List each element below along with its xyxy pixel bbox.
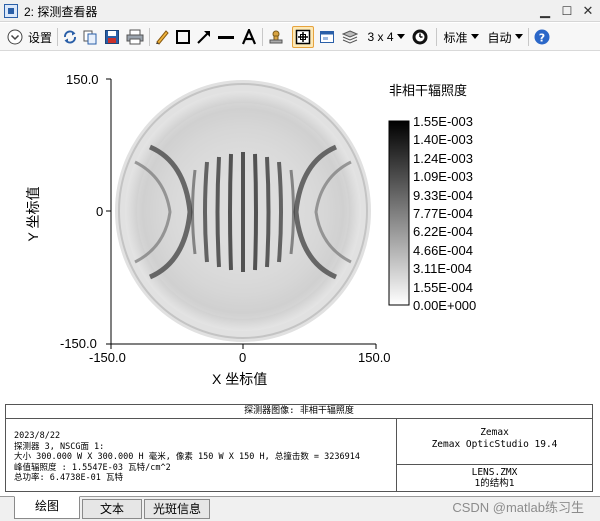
close-button[interactable]: ✕ <box>579 2 597 20</box>
legend-value: 4.66E-004 <box>413 242 473 258</box>
pencil-icon <box>156 30 169 45</box>
toolbar-separator <box>436 28 437 46</box>
y-axis-title: Y 坐标值 <box>25 186 41 242</box>
toolbar-separator <box>149 28 150 46</box>
legend-value: 0.00E+000 <box>413 298 477 313</box>
info-line-date: 2023/8/22 <box>14 431 61 441</box>
window-title: 2: 探测查看器 <box>24 5 98 19</box>
tab-graph[interactable]: 绘图 <box>14 496 80 519</box>
toolbar: 设置 3 x 4 标准 自动 ? <box>0 23 600 51</box>
auto-dropdown[interactable]: 自动 <box>485 26 525 48</box>
legend-title: 非相干辐照度 <box>389 83 468 98</box>
print-button[interactable] <box>125 26 145 48</box>
maximize-button[interactable]: ☐ <box>558 2 576 20</box>
stamp-tool-button[interactable] <box>267 26 285 48</box>
legend-value: 1.24E-003 <box>413 150 473 166</box>
legend-value: 9.33E-004 <box>413 187 473 203</box>
legend-value: 3.11E-004 <box>413 261 473 277</box>
copy-icon <box>83 30 97 45</box>
info-program-name: Zemax OpticStudio 19.4 <box>431 439 558 450</box>
info-program: Zemax Zemax OpticStudio 19.4 <box>397 419 592 465</box>
refresh-icon <box>64 30 76 44</box>
window-layout-icon <box>320 31 334 43</box>
help-icon: ? <box>534 29 550 45</box>
svg-text:?: ? <box>539 32 545 45</box>
save-button[interactable] <box>103 26 121 48</box>
watermark: CSDN @matlab练习生 <box>452 500 584 515</box>
info-file-config: 1的结构1 <box>474 478 515 489</box>
info-line-detector: 探测器 3, NSCG面 1: <box>14 441 105 452</box>
chevron-down-circle-icon <box>7 29 23 45</box>
legend-value: 1.55E-003 <box>413 114 473 129</box>
crosshair-frame-icon <box>295 29 311 45</box>
tab-text[interactable]: 文本 <box>82 499 142 519</box>
info-line-size: 大小 300.000 W X 300.000 H 毫米, 像素 150 W X … <box>14 452 360 462</box>
standard-dropdown-label: 标准 <box>443 30 468 45</box>
rectangle-icon <box>176 30 190 44</box>
auto-dropdown-label: 自动 <box>487 30 512 45</box>
y-tick-label: -150.0 <box>60 336 97 351</box>
dropdown-arrow-icon <box>470 34 479 39</box>
arrow-tool-button[interactable] <box>195 26 213 48</box>
window-title-bar: 2: 探测查看器 ▁ ☐ ✕ <box>0 0 600 22</box>
settings-label: 设置 <box>27 30 52 45</box>
window-layout-button[interactable] <box>318 26 336 48</box>
tab-spot-info[interactable]: 光斑信息 <box>144 499 210 519</box>
rectangle-tool-button[interactable] <box>174 26 192 48</box>
info-program-vendor: Zemax <box>480 427 509 438</box>
layout-dropdown[interactable]: 3 x 4 <box>365 26 407 48</box>
toolbar-separator <box>528 28 529 46</box>
minimize-button[interactable]: ▁ <box>536 2 554 20</box>
standard-dropdown[interactable]: 标准 <box>442 26 480 48</box>
x-axis-title: X 坐标值 <box>212 371 268 387</box>
info-line-peak: 峰值辐照度 : 1.5547E-03 瓦特/cm^2 <box>14 462 171 473</box>
info-file-name: LENS.ZMX <box>471 467 518 478</box>
stamp-icon <box>269 30 283 44</box>
dropdown-arrow-icon <box>396 34 405 39</box>
toolbar-separator <box>57 28 58 46</box>
pencil-tool-button[interactable] <box>153 26 171 48</box>
info-file: LENS.ZMX 1的结构1 <box>397 465 592 491</box>
legend-value: 7.77E-004 <box>413 206 473 221</box>
info-title: 探测器图像: 非相干辐照度 <box>6 405 592 419</box>
info-line-power: 总功率: 6.4738E-01 瓦特 <box>14 473 124 483</box>
legend-value: 1.09E-003 <box>413 169 473 185</box>
info-details: 2023/8/22 探测器 3, NSCG面 1: 大小 300.000 W X 3… <box>6 419 397 491</box>
line-icon <box>218 36 234 39</box>
toolbar-separator <box>262 28 263 46</box>
window-app-icon <box>4 4 18 18</box>
x-tick-label: 0 <box>239 350 247 365</box>
colorbar <box>388 120 410 306</box>
timer-button[interactable] <box>410 26 430 48</box>
help-button[interactable]: ? <box>533 26 551 48</box>
dropdown-arrow-icon <box>514 34 523 39</box>
arrow-icon <box>197 31 210 44</box>
x-tick-label: -150.0 <box>89 350 126 365</box>
layers-button[interactable] <box>341 26 359 48</box>
line-tool-button[interactable] <box>216 26 236 48</box>
save-icon <box>105 30 119 44</box>
layers-icon <box>342 30 358 44</box>
y-tick-label: 150.0 <box>66 72 99 87</box>
settings-expand-button[interactable] <box>6 26 24 48</box>
settings-button[interactable]: 设置 <box>26 26 54 48</box>
irradiance-map <box>115 80 371 342</box>
copy-button[interactable] <box>81 26 99 48</box>
detector-plot: 150.0 0 -150.0 -150.0 0 150.0 X 坐标值 Y 坐标… <box>0 52 600 404</box>
timer-icon <box>412 29 428 45</box>
analysis-info-panel: 探测器图像: 非相干辐照度 2023/8/22 探测器 3, NSCG面 1: 大小… <box>5 404 593 492</box>
legend-value: 1.55E-004 <box>413 279 473 295</box>
text-icon <box>241 29 257 45</box>
legend-value: 1.40E-003 <box>413 132 473 148</box>
y-tick-label: 0 <box>96 204 104 219</box>
legend-value: 6.22E-004 <box>413 224 473 240</box>
fit-view-button[interactable] <box>292 26 314 48</box>
printer-icon <box>126 29 144 45</box>
x-tick-label: 150.0 <box>358 350 391 365</box>
layout-dropdown-label: 3 x 4 <box>367 30 394 44</box>
text-tool-button[interactable] <box>240 26 258 48</box>
refresh-button[interactable] <box>61 26 79 48</box>
